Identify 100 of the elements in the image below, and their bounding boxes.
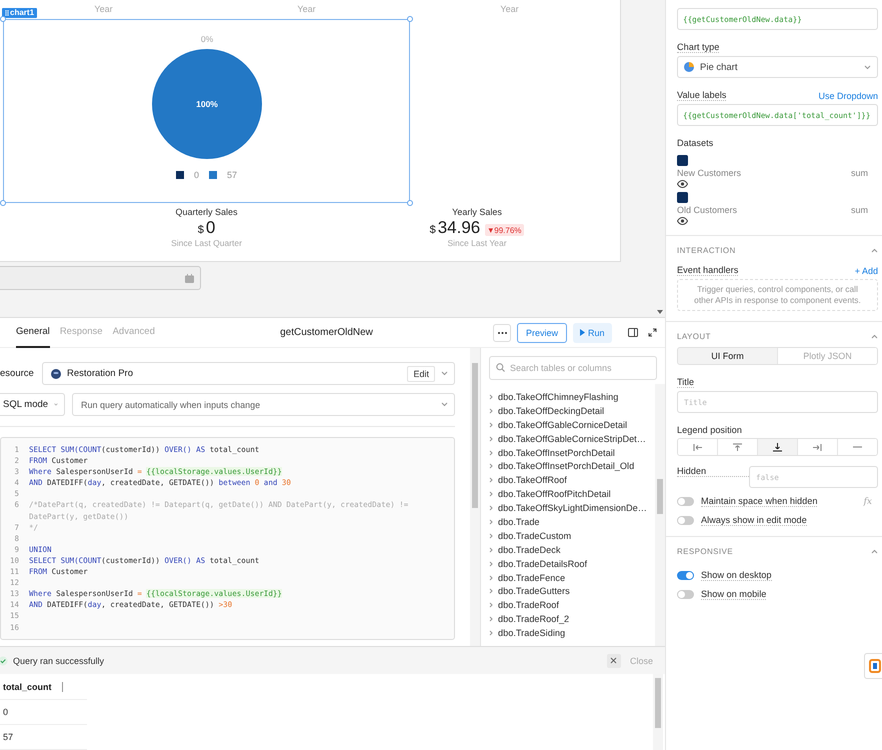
column-header[interactable]: total_count — [0, 674, 87, 700]
section-heading: INTERACTION — [677, 246, 736, 255]
chevron-right-icon[interactable] — [489, 518, 493, 525]
drag-handle-icon[interactable] — [5, 10, 9, 16]
close-icon-button[interactable] — [606, 654, 621, 668]
table-item[interactable]: dbo.TakeOffGableCorniceStripDet… — [498, 434, 646, 444]
stat-value: 0 — [206, 218, 216, 237]
scrollbar[interactable] — [655, 384, 665, 646]
collapse-caret-icon[interactable] — [871, 248, 878, 253]
table-item[interactable]: dbo.TakeOffInsetPorchDetail — [498, 448, 615, 458]
table-item[interactable]: dbo.TakeOffRoofPitchDetail — [498, 489, 611, 500]
toggle-switch[interactable] — [677, 516, 694, 525]
table-item[interactable]: dbo.TakeOffGableCorniceDetail — [498, 420, 628, 430]
chevron-right-icon[interactable] — [489, 394, 493, 400]
eye-icon[interactable] — [677, 180, 688, 188]
section-heading: RESPONSIVE — [677, 547, 734, 556]
chevron-right-icon[interactable] — [489, 450, 493, 456]
chevron-right-icon[interactable] — [489, 436, 493, 442]
toggle-switch[interactable] — [677, 497, 694, 506]
search-field[interactable]: Search tables or columns — [489, 356, 657, 380]
chevron-right-icon[interactable] — [489, 408, 493, 414]
field-label: Datasets — [677, 138, 714, 148]
table-item[interactable]: dbo.TakeOffDeckingDetail — [498, 406, 604, 416]
pie-slice[interactable] — [152, 49, 262, 159]
query-tab[interactable]: General — [16, 318, 50, 348]
field-label: esource — [0, 368, 35, 380]
dataset-name: New Customers — [677, 168, 742, 178]
chevron-right-icon[interactable] — [489, 505, 493, 512]
table-item[interactable]: dbo.TradeFence — [498, 572, 566, 583]
table-item[interactable]: dbo.TakeOffInsetPorchDetail_Old — [498, 461, 634, 472]
chevron-right-icon[interactable] — [489, 463, 493, 470]
table-item[interactable]: dbo.TradeCustom — [498, 530, 572, 541]
table-item[interactable]: dbo.TradeDetailsRoof — [498, 558, 588, 569]
resource-select[interactable]: Restoration Pro Edit — [42, 362, 455, 386]
chevron-right-icon[interactable] — [489, 560, 493, 567]
panel-icon — [628, 328, 638, 338]
chevron-right-icon[interactable] — [489, 422, 493, 428]
legend-position-option[interactable] — [758, 439, 798, 455]
expand-button[interactable] — [648, 328, 657, 338]
toggle-switch[interactable] — [677, 571, 694, 580]
color-swatch[interactable] — [677, 155, 688, 166]
eye-icon[interactable] — [677, 217, 688, 225]
collapse-caret-icon[interactable] — [871, 549, 878, 554]
chart-widget[interactable]: 0% 100% 0 57 — [3, 19, 410, 203]
mode-tab[interactable]: UI Form — [678, 348, 778, 364]
table-item[interactable]: dbo.TakeOffChimneyFlashing — [498, 392, 618, 402]
side-panel-button[interactable] — [628, 328, 638, 338]
color-swatch[interactable] — [677, 192, 688, 203]
resize-handle[interactable] — [0, 200, 6, 206]
scroll-down-arrow-icon[interactable] — [657, 310, 663, 314]
table-item[interactable]: dbo.TradeSiding — [498, 628, 566, 638]
floating-logo-badge[interactable] — [864, 653, 882, 679]
chevron-right-icon[interactable] — [489, 574, 493, 581]
widget-name-tag[interactable]: chart1 — [2, 8, 38, 18]
scrollbar[interactable] — [470, 348, 480, 646]
table-item[interactable]: dbo.TradeDeck — [498, 544, 560, 555]
run-button[interactable]: Run — [573, 322, 612, 343]
play-icon — [580, 329, 586, 336]
resize-handle[interactable] — [407, 16, 413, 22]
table-cell: 57 — [0, 725, 87, 750]
more-button[interactable] — [493, 324, 511, 342]
chevron-right-icon[interactable] — [489, 532, 493, 539]
legend-label: 57 — [227, 170, 238, 180]
chevron-right-icon[interactable] — [489, 602, 493, 608]
section-heading: LAYOUT — [677, 332, 711, 341]
trigger-select[interactable]: Run query automatically when inputs change — [72, 393, 455, 416]
table-item[interactable]: dbo.TradeGutters — [498, 586, 570, 596]
preview-button[interactable]: Preview — [517, 322, 568, 343]
axis-label: Year — [297, 4, 316, 15]
chevron-right-icon[interactable] — [489, 546, 493, 553]
axis-label: Year — [500, 4, 519, 15]
table-item[interactable]: dbo.TakeOffSkyLightDimensionDe… — [498, 503, 647, 514]
chevron-right-icon[interactable] — [489, 616, 493, 622]
table-item[interactable]: dbo.TakeOffRoof — [498, 475, 567, 486]
toggle-switch[interactable] — [677, 590, 694, 599]
chevron-right-icon[interactable] — [489, 630, 493, 636]
resize-handle[interactable] — [407, 200, 413, 206]
table-item[interactable]: dbo.TradeRoof — [498, 600, 559, 610]
aggregate-label: sum — [850, 168, 868, 178]
chevron-right-icon[interactable] — [489, 477, 493, 484]
table-cell: 0 — [0, 700, 87, 725]
chevron-down-icon — [864, 64, 871, 70]
code-editor[interactable] — [0, 437, 455, 640]
table-item[interactable]: dbo.Trade — [498, 516, 540, 527]
resize-handle[interactable] — [0, 16, 6, 22]
use-dropdown-link[interactable]: Use Dropdown — [818, 91, 878, 101]
add-link[interactable]: + Add — [854, 266, 878, 276]
mode-select[interactable]: SQL mode — [0, 393, 65, 416]
slice-label: 100% — [196, 99, 218, 109]
chevron-right-icon[interactable] — [489, 491, 493, 498]
date-field[interactable] — [0, 266, 201, 290]
table-item[interactable]: dbo.TradeRoof_2 — [498, 614, 570, 624]
field-label: Chart type — [677, 42, 720, 53]
chart-type-select[interactable]: Pie chart — [677, 56, 878, 78]
scrollbar[interactable] — [653, 674, 663, 750]
edit-button[interactable]: Edit — [407, 366, 435, 382]
chevron-right-icon[interactable] — [489, 588, 493, 594]
toggle-label: Maintain space when hidden — [701, 496, 818, 507]
collapse-caret-icon[interactable] — [871, 334, 878, 339]
field-label: Title — [677, 377, 694, 388]
